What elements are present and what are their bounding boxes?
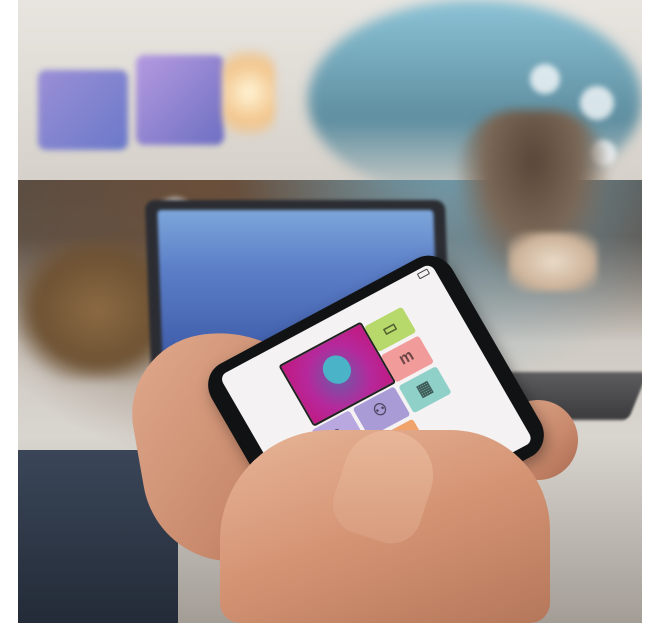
coffee-cup — [508, 232, 598, 292]
wall-screen — [38, 70, 128, 150]
bokeh-light — [580, 86, 614, 120]
lamp — [223, 50, 275, 135]
grid-icon: ▦ — [413, 377, 436, 400]
wrench-screwdriver-icon — [317, 350, 357, 389]
card-icon: ▭ — [378, 317, 401, 340]
m-glyph: m — [395, 346, 417, 369]
bokeh-light — [530, 64, 560, 94]
wall-screen — [136, 55, 224, 145]
battery-icon — [416, 268, 431, 280]
people-icon: ⚇ — [370, 399, 392, 422]
